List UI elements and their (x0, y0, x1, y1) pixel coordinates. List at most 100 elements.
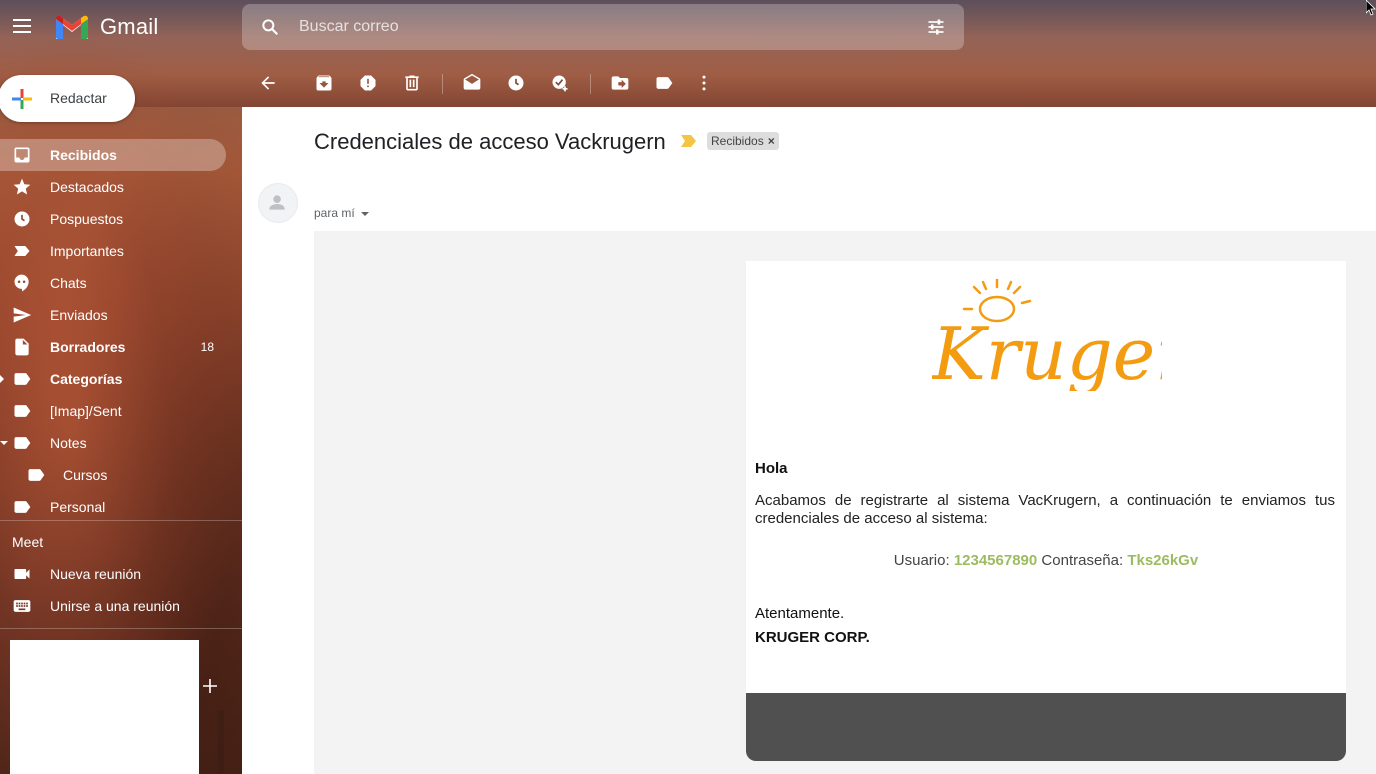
send-icon (13, 307, 32, 323)
sidebar-item-label: Notes (50, 435, 87, 451)
label-icon (14, 373, 31, 385)
credentials-line: Usuario: 1234567890 Contraseña: Tks26kGv (746, 552, 1346, 569)
avatar[interactable] (258, 183, 298, 223)
sidebar-item-destacados[interactable]: Destacados (0, 171, 226, 203)
toolbar-divider (590, 74, 591, 94)
sidebar-item-enviados[interactable]: Enviados (0, 299, 226, 331)
gmail-m-icon (56, 15, 88, 39)
sidebar-item-label: Destacados (50, 179, 124, 195)
sidebar-item-importantes[interactable]: Importantes (0, 235, 226, 267)
sidebar-item-chats[interactable]: Chats (0, 267, 226, 299)
star-icon (13, 178, 31, 195)
toolbar-divider (442, 74, 443, 94)
archive-icon[interactable] (314, 73, 334, 93)
search-icon[interactable] (260, 17, 280, 37)
email-closing: Atentamente. (755, 605, 845, 622)
password-label: Contraseña: (1041, 552, 1124, 569)
user-label: Usuario: (893, 552, 950, 569)
sidebar-item-label: Recibidos (50, 147, 117, 163)
sidebar-item-label: Chats (50, 275, 87, 291)
delete-icon[interactable] (402, 73, 422, 93)
video-icon (14, 569, 30, 579)
expand-arrow-icon[interactable] (0, 375, 4, 383)
search-options-icon[interactable] (926, 17, 946, 37)
sidebar-item-notes[interactable]: Notes (0, 427, 226, 459)
chat-icon (14, 274, 29, 292)
mark-unread-icon[interactable] (462, 73, 482, 93)
label-chip-text: Recibidos (711, 134, 764, 148)
label-icon (14, 405, 31, 417)
collapse-arrow-icon[interactable] (0, 441, 8, 445)
meet-item-label: Unirse a una reunión (50, 598, 180, 614)
draft-icon (15, 338, 29, 356)
sidebar-scrollbar[interactable] (218, 710, 224, 774)
sidebar-item-borradores[interactable]: Borradores 18 (0, 331, 226, 363)
sidebar-item-categorias[interactable]: Categorías (0, 363, 226, 395)
main-menu-icon[interactable] (10, 14, 34, 38)
snooze-icon[interactable] (506, 73, 526, 93)
gmail-logo[interactable]: Gmail (54, 12, 158, 42)
label-chip[interactable]: Recibidos × (707, 132, 779, 150)
unread-count: 18 (200, 340, 214, 354)
sidebar-item-imap-sent[interactable]: [Imap]/Sent (0, 395, 226, 427)
sidebar-item-label: [Imap]/Sent (50, 403, 122, 419)
sidebar-item-label: Personal (50, 499, 106, 515)
important-marker-icon[interactable] (681, 135, 697, 147)
person-icon (269, 195, 285, 210)
meet-join-meeting[interactable]: Unirse a una reunión (0, 590, 242, 622)
important-icon (14, 246, 30, 256)
labels-icon[interactable] (654, 73, 674, 93)
sidebar-nav: Recibidos Destacados Pospuestos Importan… (0, 139, 242, 523)
add-task-icon[interactable] (550, 73, 570, 93)
logo-text: Kruger (932, 312, 1162, 391)
compose-plus-icon (12, 89, 32, 109)
search-bar[interactable]: Buscar correo (242, 4, 964, 50)
more-icon[interactable] (694, 73, 714, 93)
compose-label: Redactar (50, 90, 107, 106)
hangouts-panel[interactable] (10, 640, 199, 774)
sidebar-divider (0, 628, 242, 629)
label-icon (14, 501, 31, 513)
move-to-icon[interactable] (610, 73, 630, 93)
mouse-cursor-icon (1366, 0, 1376, 16)
sidebar-item-label: Borradores (50, 339, 126, 355)
back-icon[interactable] (258, 73, 278, 93)
label-icon (28, 469, 45, 481)
meet-item-label: Nueva reunión (50, 566, 142, 582)
clock-icon (14, 211, 30, 227)
email-signature: KRUGER CORP. (755, 629, 870, 646)
email-footer-bar (746, 693, 1346, 761)
keyboard-icon (13, 600, 31, 612)
sidebar-item-label: Enviados (50, 307, 108, 323)
sidebar-item-label: Cursos (63, 467, 108, 483)
sidebar-item-label: Importantes (50, 243, 124, 259)
email-greeting: Hola (755, 460, 788, 477)
inbox-icon (14, 147, 30, 163)
user-value: 1234567890 (953, 552, 1038, 569)
sidebar-item-pospuestos[interactable]: Pospuestos (0, 203, 226, 235)
recipient-details[interactable]: para mí (314, 206, 369, 220)
sidebar-divider (0, 520, 242, 521)
sidebar-item-cursos[interactable]: Cursos (0, 459, 226, 491)
email-body-card: Kruger Hola Acabamos de registrarte al s… (746, 261, 1346, 693)
top-bar: Gmail Buscar correo (0, 0, 1376, 56)
email-body-text: Acabamos de registrarte al sistema VacKr… (755, 492, 1335, 527)
sidebar-item-personal[interactable]: Personal (0, 491, 226, 523)
meet-new-meeting[interactable]: Nueva reunión (0, 558, 242, 590)
sidebar-item-label: Categorías (50, 371, 123, 387)
message-toolbar (242, 62, 1376, 104)
app-name: Gmail (100, 14, 159, 39)
compose-button[interactable]: Redactar (0, 75, 135, 122)
password-value: Tks26kGv (1127, 552, 1199, 569)
meet-section-title: Meet (12, 534, 44, 550)
kruger-logo: Kruger (932, 279, 1162, 391)
remove-label-icon[interactable]: × (768, 134, 775, 148)
sidebar-item-recibidos[interactable]: Recibidos (0, 139, 226, 171)
message-view: Credenciales de acceso Vackrugern Recibi… (242, 107, 1376, 774)
chevron-down-icon (360, 211, 369, 216)
sidebar-item-label: Pospuestos (50, 211, 124, 227)
add-contact-icon[interactable] (200, 676, 220, 696)
search-input[interactable]: Buscar correo (299, 18, 399, 36)
report-spam-icon[interactable] (358, 73, 378, 93)
label-icon (14, 437, 31, 449)
